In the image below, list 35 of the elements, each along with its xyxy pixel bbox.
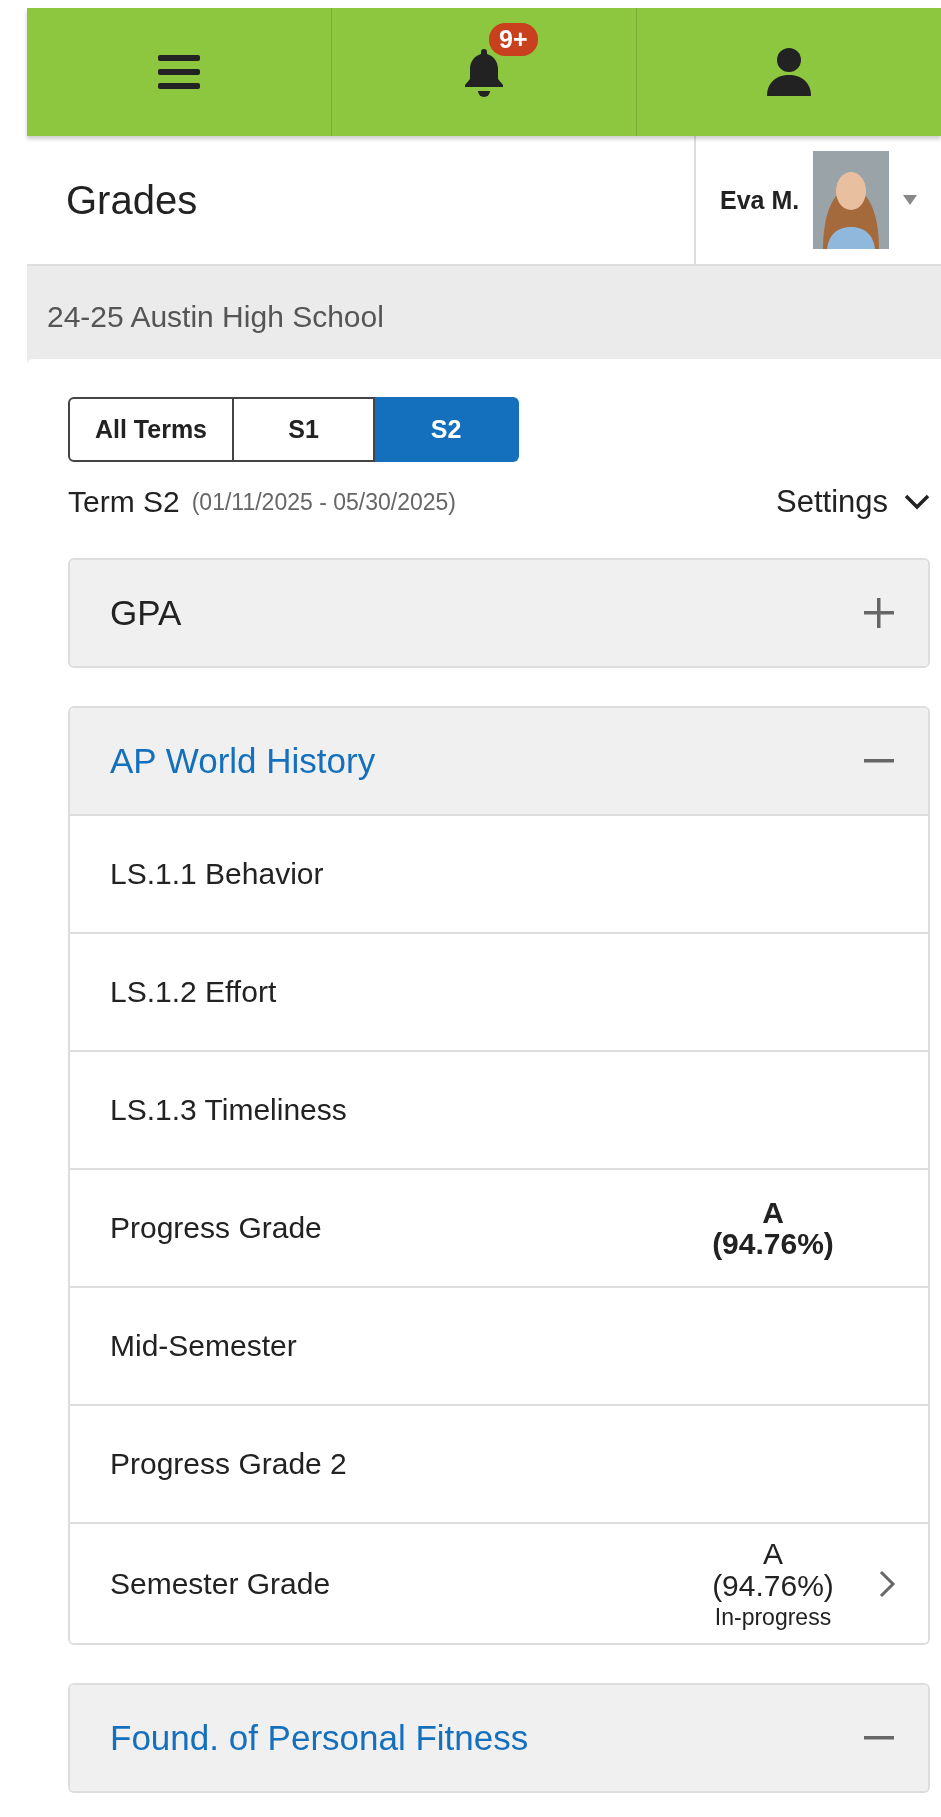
letter-grade: A: [762, 1196, 784, 1228]
row-label: Progress Grade 2: [110, 1447, 348, 1481]
row-label: Mid-Semester: [110, 1329, 298, 1363]
chevron-right-icon[interactable]: [878, 1568, 898, 1599]
row-label: LS.1.2 Effort: [110, 975, 278, 1009]
minus-icon: [864, 1736, 894, 1741]
letter-grade: A: [763, 1538, 783, 1570]
row-label: LS.1.3 Timeliness: [110, 1093, 348, 1127]
settings-dropdown[interactable]: Settings: [776, 484, 930, 520]
row-label: Semester Grade: [110, 1566, 332, 1601]
grade-row[interactable]: Semester Grade A (94.76%) In-progress: [70, 1522, 928, 1644]
avatar[interactable]: [813, 151, 890, 249]
menu-icon[interactable]: [158, 55, 200, 89]
user-name[interactable]: Eva M.: [720, 185, 800, 215]
grade-percent: (94.76%): [712, 1569, 834, 1601]
grade-percent: (94.76%): [712, 1228, 834, 1260]
term-tab[interactable]: S2: [375, 397, 519, 462]
school-name: 24-25 Austin High School: [47, 300, 384, 333]
section-header[interactable]: GPA: [70, 560, 928, 666]
term-tab[interactable]: S1: [234, 397, 375, 462]
section-header[interactable]: Found. of Personal Fitness: [70, 1685, 928, 1792]
user-icon[interactable]: [767, 48, 811, 96]
plus-icon: [864, 598, 894, 628]
grade-status: In-progress: [714, 1605, 832, 1630]
chevron-down-icon: [904, 494, 930, 510]
term-label: Term S2: [68, 485, 180, 519]
page-title: Grades: [66, 177, 198, 223]
term-dates: (01/11/2025 - 05/30/2025): [191, 488, 457, 516]
notification-badge: 9+: [489, 23, 538, 56]
row-label: Progress Grade: [110, 1211, 323, 1245]
caret-icon[interactable]: [903, 195, 918, 205]
section-header[interactable]: AP World History: [70, 708, 928, 814]
minus-icon: [864, 759, 894, 763]
term-tab[interactable]: All Terms: [68, 397, 234, 462]
row-label: LS.1.1 Behavior: [110, 857, 325, 891]
